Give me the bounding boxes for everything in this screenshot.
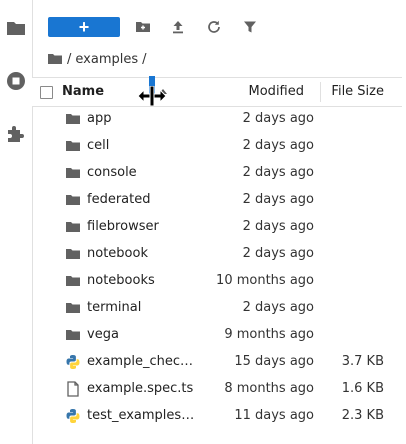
filter-icon[interactable] xyxy=(240,17,260,37)
file-name: cell xyxy=(87,138,110,153)
file-row[interactable]: notebook 2 days ago xyxy=(32,240,406,267)
column-header-name[interactable]: Name xyxy=(62,78,104,106)
file-modified: 15 days ago xyxy=(234,354,314,369)
file-row[interactable]: example_chec… 15 days ago 3.7 KB xyxy=(32,348,406,375)
col-resize-cursor-icon xyxy=(137,86,167,106)
file-row[interactable]: federated 2 days ago xyxy=(32,186,406,213)
breadcrumb-separator: / xyxy=(142,51,147,67)
file-row[interactable]: example.spec.ts 8 months ago 1.6 KB xyxy=(32,375,406,402)
file-size: 1.6 KB xyxy=(341,381,384,396)
file-name: notebooks xyxy=(87,273,155,288)
file-name: test_examples… xyxy=(87,408,195,423)
file-modified: 2 days ago xyxy=(242,300,314,315)
file-name: console xyxy=(87,165,137,180)
folder-icon xyxy=(65,273,81,289)
new-launcher-button[interactable]: + xyxy=(48,17,120,37)
running-sessions-icon[interactable] xyxy=(4,69,28,93)
folder-icon xyxy=(65,219,81,235)
upload-icon[interactable] xyxy=(168,17,188,37)
activity-bar xyxy=(0,0,33,444)
refresh-icon[interactable] xyxy=(204,17,224,37)
file-modified: 9 months ago xyxy=(224,327,314,342)
python-file-icon xyxy=(65,354,81,370)
column-divider xyxy=(320,82,321,102)
file-modified: 8 months ago xyxy=(224,381,314,396)
column-header-modified[interactable]: Modified xyxy=(202,78,304,106)
file-row[interactable]: terminal 2 days ago xyxy=(32,294,406,321)
breadcrumb-examples[interactable]: examples xyxy=(75,52,138,67)
file-name: vega xyxy=(87,327,119,342)
folder-icon xyxy=(65,327,81,343)
python-file-icon xyxy=(65,408,81,424)
file-list: app 2 days ago cell 2 days ago console 2 days… xyxy=(32,105,406,429)
file-size: 3.7 KB xyxy=(341,354,384,369)
file-name: example.spec.ts xyxy=(87,381,194,396)
file-modified: 2 days ago xyxy=(242,111,314,126)
plus-icon: + xyxy=(78,17,90,37)
file-name: example_chec… xyxy=(87,354,193,369)
file-row[interactable]: filebrowser 2 days ago xyxy=(32,213,406,240)
file-name: terminal xyxy=(87,300,142,315)
file-browser-toolbar: + xyxy=(32,0,406,48)
scrollbar[interactable] xyxy=(402,0,406,444)
file-modified: 2 days ago xyxy=(242,219,314,234)
select-all-checkbox[interactable] xyxy=(40,86,53,99)
file-name: notebook xyxy=(87,246,148,261)
file-row[interactable]: app 2 days ago xyxy=(32,105,406,132)
file-name: filebrowser xyxy=(87,219,159,234)
file-modified: 11 days ago xyxy=(234,408,314,423)
folder-icon xyxy=(65,138,81,154)
file-list-header: Name Modified File Size xyxy=(32,77,406,107)
folder-icon xyxy=(65,165,81,181)
file-modified: 10 months ago xyxy=(216,273,314,288)
file-modified: 2 days ago xyxy=(242,192,314,207)
new-folder-icon[interactable] xyxy=(133,17,153,37)
breadcrumb: / examples / xyxy=(47,50,151,68)
folder-icon[interactable] xyxy=(4,16,28,40)
file-row[interactable]: notebooks 10 months ago xyxy=(32,267,406,294)
folder-icon xyxy=(65,300,81,316)
file-modified: 2 days ago xyxy=(242,138,314,153)
file-modified: 2 days ago xyxy=(242,165,314,180)
folder-icon xyxy=(65,192,81,208)
file-modified: 2 days ago xyxy=(242,246,314,261)
file-row[interactable]: test_examples… 11 days ago 2.3 KB xyxy=(32,402,406,429)
breadcrumb-root[interactable]: / xyxy=(67,52,71,67)
column-header-file-size[interactable]: File Size xyxy=(328,78,384,106)
file-row[interactable]: console 2 days ago xyxy=(32,159,406,186)
home-folder-icon[interactable] xyxy=(47,51,63,67)
folder-icon xyxy=(65,246,81,262)
extensions-puzzle-icon[interactable] xyxy=(4,122,28,146)
file-size: 2.3 KB xyxy=(341,408,384,423)
file-row[interactable]: vega 9 months ago xyxy=(32,321,406,348)
file-name: federated xyxy=(87,192,151,207)
text-file-icon xyxy=(65,381,81,397)
folder-icon xyxy=(65,111,81,127)
file-row[interactable]: cell 2 days ago xyxy=(32,132,406,159)
file-name: app xyxy=(87,111,112,126)
